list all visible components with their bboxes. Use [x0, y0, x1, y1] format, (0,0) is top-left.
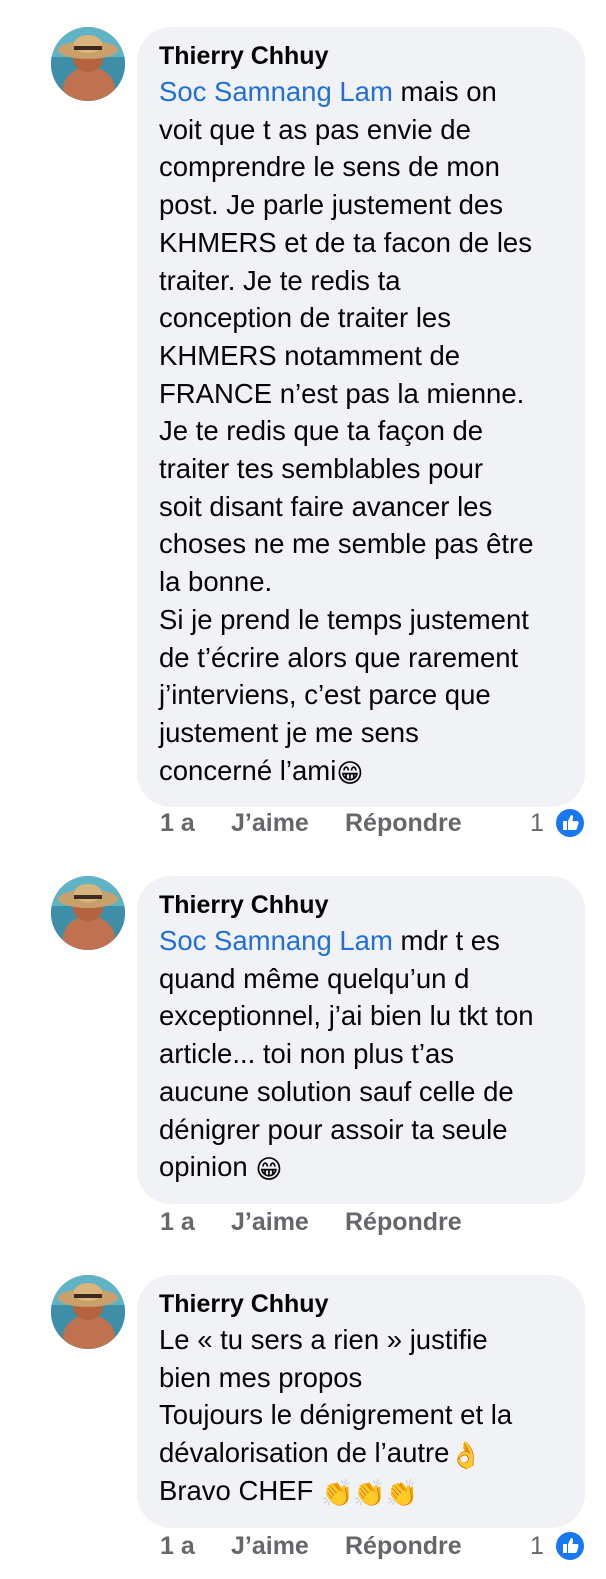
- reaction-count: 1: [530, 1532, 544, 1560]
- like-button[interactable]: J’aime: [231, 1531, 309, 1561]
- reply-button[interactable]: Répondre: [345, 1531, 462, 1561]
- avatar-image: [51, 876, 125, 950]
- comment-time[interactable]: 1 a: [160, 1531, 195, 1561]
- avatar[interactable]: [51, 876, 125, 950]
- ok-hand-emoji-icon: 👌: [449, 1441, 482, 1472]
- comment-author[interactable]: Thierry Chhuy: [159, 41, 565, 71]
- comment-bubble: Thierry Chhuy Le « tu sers a rien » just…: [137, 1275, 585, 1528]
- comment-bubble: Thierry Chhuy Soc Samnang Lam mdr t es q…: [137, 876, 585, 1204]
- comment-text: Soc Samnang Lam mdr t es quand même quel…: [159, 925, 534, 1186]
- reply-button[interactable]: Répondre: [345, 808, 462, 838]
- comment-text: Le « tu sers a rien » justifie bien mes …: [159, 1324, 513, 1509]
- reaction-count: 1: [530, 809, 544, 837]
- avatar[interactable]: [51, 1275, 125, 1349]
- clapping-hands-emoji-icon: 👏👏👏: [320, 1478, 419, 1509]
- comment-author[interactable]: Thierry Chhuy: [159, 890, 565, 920]
- comment-bubble: Thierry Chhuy Soc Samnang Lam mais on vo…: [137, 27, 585, 808]
- like-icon: [554, 1530, 586, 1562]
- mention-link[interactable]: Soc Samnang Lam: [159, 76, 393, 107]
- comment-text: Soc Samnang Lam mais on voit que t as pa…: [159, 76, 534, 789]
- mention-link[interactable]: Soc Samnang Lam: [159, 925, 393, 956]
- avatar[interactable]: [51, 27, 125, 101]
- comment-time[interactable]: 1 a: [160, 1207, 195, 1237]
- like-button[interactable]: J’aime: [231, 808, 309, 838]
- comment-time[interactable]: 1 a: [160, 808, 195, 838]
- reply-button[interactable]: Répondre: [345, 1207, 462, 1237]
- avatar-image: [51, 1275, 125, 1349]
- grin-emoji-icon: 😁: [336, 758, 364, 789]
- like-icon: [554, 807, 586, 839]
- avatar-image: [51, 27, 125, 101]
- like-button[interactable]: J’aime: [231, 1207, 309, 1237]
- comment-author[interactable]: Thierry Chhuy: [159, 1289, 565, 1319]
- grin-emoji-icon: 😁: [255, 1155, 283, 1186]
